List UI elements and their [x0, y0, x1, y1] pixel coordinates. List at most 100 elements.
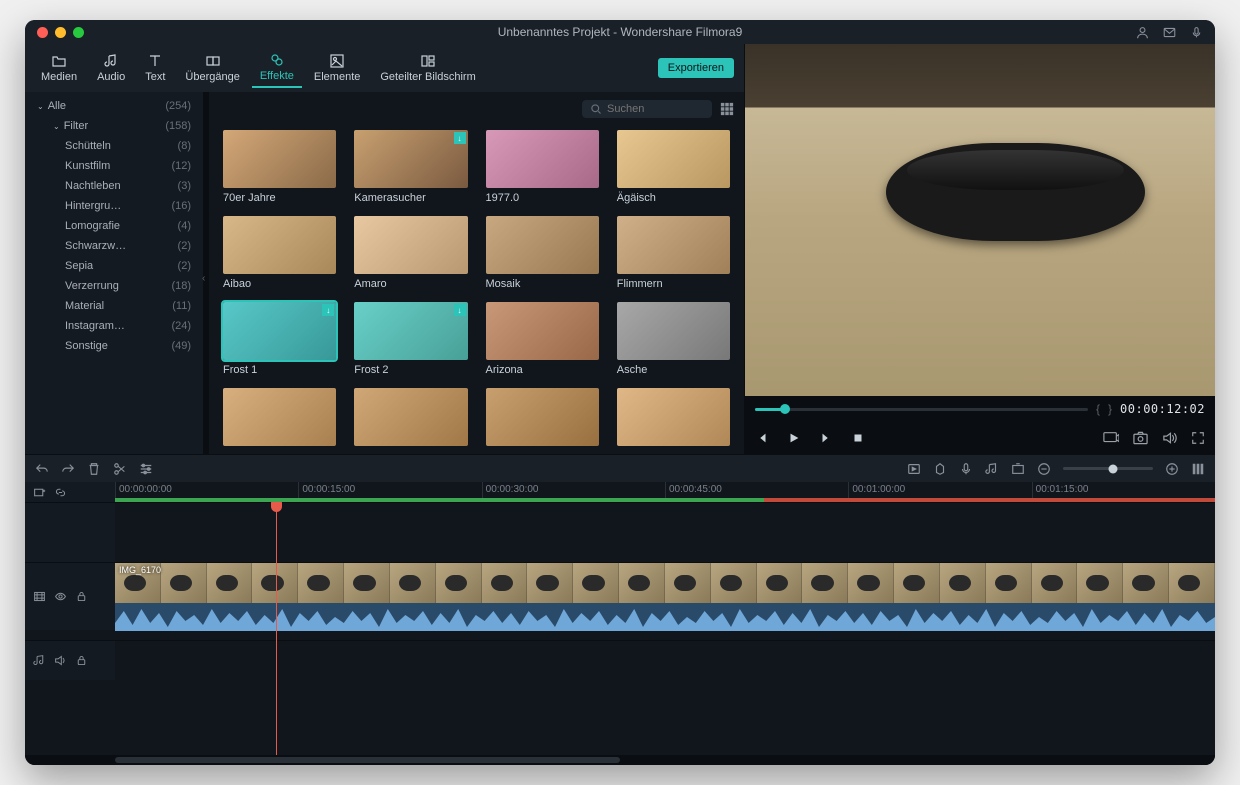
- voiceover-icon[interactable]: [959, 462, 973, 476]
- close-button[interactable]: [37, 27, 48, 38]
- mail-icon[interactable]: [1163, 26, 1176, 39]
- video-track-row[interactable]: IMG_6170: [25, 562, 1215, 630]
- timeline-toolbar: [25, 454, 1215, 482]
- link-icon[interactable]: [54, 486, 67, 499]
- tab-split[interactable]: Geteilter Bildschirm: [372, 49, 483, 87]
- play-button[interactable]: [787, 431, 801, 445]
- effect-item[interactable]: [223, 388, 336, 450]
- mute-icon[interactable]: [54, 654, 67, 667]
- effect-item[interactable]: 1977.0: [486, 130, 599, 204]
- zoom-out-icon[interactable]: [1037, 462, 1051, 476]
- zoom-in-icon[interactable]: [1165, 462, 1179, 476]
- export-frame-icon[interactable]: [1011, 462, 1025, 476]
- effect-item[interactable]: [486, 388, 599, 450]
- preview-viewport[interactable]: [745, 44, 1215, 396]
- search-box[interactable]: [582, 100, 712, 118]
- fullscreen-icon[interactable]: [1191, 431, 1205, 445]
- window-title: Unbenanntes Projekt - Wondershare Filmor…: [498, 25, 743, 39]
- effect-item[interactable]: Arizona: [486, 302, 599, 376]
- sidebar-item[interactable]: Schwarzw…(2): [25, 236, 203, 256]
- effect-item[interactable]: ↓Frost 2: [354, 302, 467, 376]
- effect-item[interactable]: Amaro: [354, 216, 467, 290]
- add-track-icon[interactable]: [33, 486, 46, 499]
- lock-icon[interactable]: [75, 590, 88, 603]
- effect-item[interactable]: Flimmern: [617, 216, 730, 290]
- split-icon[interactable]: [113, 462, 127, 476]
- mic-icon[interactable]: [1190, 26, 1203, 39]
- timeline: 00:00:00:0000:00:15:0000:00:30:0000:00:4…: [25, 482, 1215, 765]
- video-clip[interactable]: IMG_6170: [115, 563, 1215, 603]
- lock-icon[interactable]: [75, 654, 88, 667]
- sidebar-item[interactable]: Kunstfilm(12): [25, 156, 203, 176]
- effect-item[interactable]: 70er Jahre: [223, 130, 336, 204]
- effect-item[interactable]: [617, 388, 730, 450]
- download-icon: ↓: [454, 304, 466, 316]
- sidebar-item[interactable]: Nachtleben(3): [25, 176, 203, 196]
- audio-mixer-icon[interactable]: [985, 462, 999, 476]
- effect-item[interactable]: Mosaik: [486, 216, 599, 290]
- effect-item[interactable]: ↓Frost 1: [223, 302, 336, 376]
- grid-view-icon[interactable]: [720, 102, 734, 116]
- sidebar-splitter[interactable]: [203, 92, 209, 454]
- brace-left-icon[interactable]: {: [1096, 402, 1100, 416]
- tab-audio[interactable]: Audio: [89, 49, 133, 87]
- tab-text[interactable]: Text: [137, 49, 173, 87]
- quality-icon[interactable]: [1103, 431, 1119, 445]
- app-window: Unbenanntes Projekt - Wondershare Filmor…: [25, 20, 1215, 765]
- audio-waveform[interactable]: [115, 603, 1215, 631]
- maximize-button[interactable]: [73, 27, 84, 38]
- download-icon: ↓: [454, 132, 466, 144]
- effect-item[interactable]: ↓Kamerasucher: [354, 130, 467, 204]
- visibility-icon[interactable]: [54, 590, 67, 603]
- sidebar-item[interactable]: ⌄Alle(254): [25, 96, 203, 116]
- stop-button[interactable]: [851, 431, 865, 445]
- tab-medien[interactable]: Medien: [33, 49, 85, 87]
- delete-icon[interactable]: [87, 462, 101, 476]
- prev-frame-button[interactable]: [755, 431, 769, 445]
- tab-uebergaenge[interactable]: Übergänge: [177, 49, 247, 87]
- sidebar-item[interactable]: Material(11): [25, 296, 203, 316]
- undo-icon[interactable]: [35, 462, 49, 476]
- sidebar-item[interactable]: Instagram…(24): [25, 316, 203, 336]
- main-tabs: Medien Audio Text Übergänge Effekte Elem…: [25, 44, 744, 92]
- sidebar-item[interactable]: Schütteln(8): [25, 136, 203, 156]
- video-track-icon: [33, 590, 46, 603]
- next-frame-button[interactable]: [819, 431, 833, 445]
- effect-item[interactable]: Asche: [617, 302, 730, 376]
- sidebar-item[interactable]: Sonstige(49): [25, 336, 203, 356]
- adjust-icon[interactable]: [139, 462, 153, 476]
- preview-panel: { } 00:00:12:02: [745, 44, 1215, 454]
- clip-label: IMG_6170: [119, 565, 161, 575]
- tab-elemente[interactable]: Elemente: [306, 49, 368, 87]
- sidebar-item[interactable]: Lomografie(4): [25, 216, 203, 236]
- minimize-button[interactable]: [55, 27, 66, 38]
- effect-item[interactable]: [354, 388, 467, 450]
- audio-track-row[interactable]: [25, 640, 1215, 680]
- effect-item[interactable]: Aibao: [223, 216, 336, 290]
- volume-icon[interactable]: [1162, 431, 1177, 445]
- download-icon: ↓: [322, 304, 334, 316]
- playhead[interactable]: [276, 502, 277, 755]
- titlebar: Unbenanntes Projekt - Wondershare Filmor…: [25, 20, 1215, 44]
- export-button[interactable]: Exportieren: [658, 58, 734, 78]
- brace-right-icon[interactable]: }: [1108, 402, 1112, 416]
- tab-effekte[interactable]: Effekte: [252, 48, 302, 88]
- user-icon[interactable]: [1136, 26, 1149, 39]
- snapshot-icon[interactable]: [1133, 431, 1148, 445]
- zoom-slider[interactable]: [1063, 467, 1153, 470]
- sidebar-item[interactable]: Verzerrung(18): [25, 276, 203, 296]
- audio-track-icon: [33, 654, 46, 667]
- render-icon[interactable]: [907, 462, 921, 476]
- window-controls: [25, 27, 84, 38]
- timeline-scrollbar[interactable]: [25, 755, 1215, 765]
- timeline-ruler[interactable]: 00:00:00:0000:00:15:0000:00:30:0000:00:4…: [115, 482, 1215, 502]
- marker-icon[interactable]: [933, 462, 947, 476]
- scrub-slider[interactable]: [755, 408, 1088, 411]
- effect-item[interactable]: Ägäisch: [617, 130, 730, 204]
- track-manage-icon[interactable]: [1191, 462, 1205, 476]
- sidebar-item[interactable]: ⌄Filter(158): [25, 116, 203, 136]
- search-input[interactable]: [607, 103, 697, 115]
- redo-icon[interactable]: [61, 462, 75, 476]
- sidebar-item[interactable]: Hintergru…(16): [25, 196, 203, 216]
- sidebar-item[interactable]: Sepia(2): [25, 256, 203, 276]
